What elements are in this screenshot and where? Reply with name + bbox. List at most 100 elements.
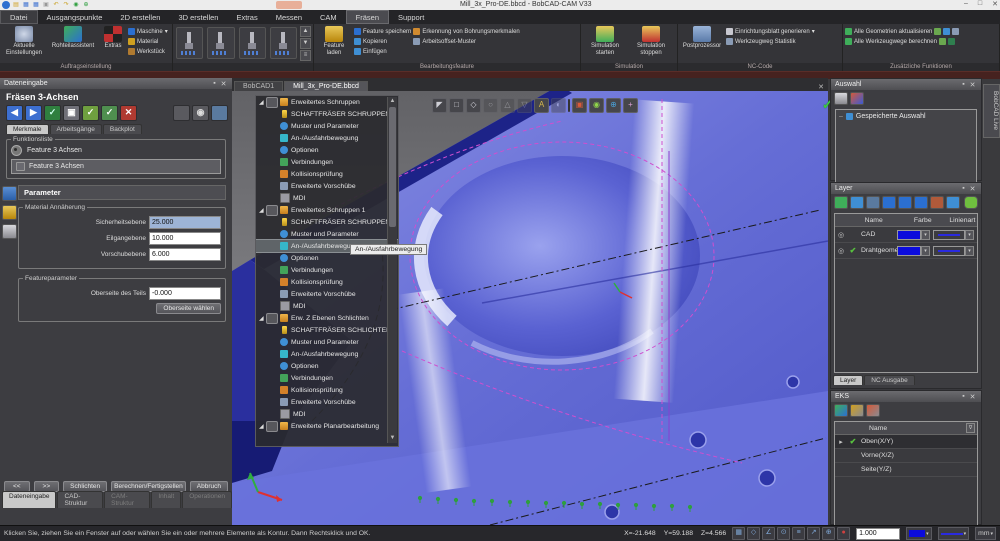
extra-icon-2[interactable] [943,28,950,35]
close-icon[interactable]: ✕ [968,185,977,193]
layer-row-cad[interactable]: ◎ CAD ▾ ▾ [835,227,977,243]
group-checkbox[interactable] [266,97,278,108]
tree-item[interactable]: SCHAFTFRÄSER SCHLICHTEN [256,324,398,336]
tree-item[interactable]: Optionen [256,144,398,156]
open-icon[interactable]: ▤ [12,1,20,9]
feature-gallery-item-1[interactable] [176,27,203,59]
notification-badge[interactable] [276,1,302,9]
web-icon[interactable]: ⊕ [82,1,90,9]
gallery-down-icon[interactable]: ▼ [300,38,311,49]
maximize-button[interactable]: □ [978,0,982,8]
forward-button[interactable]: ▶ [25,105,42,121]
expander-icon[interactable]: ◢ [259,315,266,322]
eks-row-oben[interactable]: ▸ ✔ Oben(X/Y) [835,435,977,449]
viewport[interactable]: BobCAD1 Mill_3x_Pro-DE.bbcd ✕ [232,78,828,525]
list-icon[interactable] [834,92,848,105]
eks-row-seite[interactable]: Seite(Y/Z) [835,463,977,477]
tab-datei[interactable]: Datei [0,10,38,24]
pin-icon[interactable]: ▪ [959,185,968,192]
tree-scrollbar[interactable]: ▲ ▼ [387,97,397,443]
werkzeugwege-berechnen-button[interactable]: Alle Werkzeugwege berechnen [845,37,959,46]
undo-icon[interactable]: ↶ [52,1,60,9]
wcs-icon[interactable]: + [623,98,638,113]
tree-item[interactable]: Verbindungen [256,372,398,384]
tree-item[interactable]: An-/Ausfahrbewegung [256,132,398,144]
select-poly-icon[interactable]: ○ [483,98,498,113]
eilgangebene-input[interactable] [149,232,221,245]
app-logo-icon[interactable] [2,1,10,9]
oberseite-waehlen-button[interactable]: Oberseite wählen [156,303,221,314]
select-chain-icon[interactable]: ◇ [466,98,481,113]
tree-group[interactable]: ◢ Erweitertes Schruppen [256,96,398,108]
color-dropdown[interactable]: ▾ [906,527,932,540]
geometrien-aktualisieren-button[interactable]: Alle Geometrien aktualisieren [845,27,959,36]
cursor-icon[interactable]: ◤ [432,98,447,113]
layer-up-icon[interactable] [882,196,896,209]
layer-pencil-icon[interactable] [964,196,978,209]
snap-center-icon[interactable]: ⊙ [777,527,790,540]
tree-item[interactable]: Muster und Parameter [256,120,398,132]
close-icon[interactable]: ✕ [968,81,977,89]
tree-item[interactable]: An-/Ausfahrbewegung [256,348,398,360]
tree-item[interactable]: Erweiterte Vorschübe [256,396,398,408]
tree-item[interactable]: MDI [256,300,398,312]
tool-page-icon[interactable] [2,205,17,220]
tab-cam-struktur[interactable]: CAM-Struktur [104,491,150,508]
tree-item[interactable]: Verbindungen [256,156,398,168]
scroll-up-icon[interactable]: ▲ [388,97,397,106]
tab-arbeitsgaenge[interactable]: Arbeitsgänge [50,124,102,134]
visibility-eye-icon[interactable]: ◉ [589,98,604,113]
simulation-stoppen-button[interactable]: Simulation stoppen [629,25,673,62]
expander-icon[interactable]: ◢ [259,423,266,430]
print-icon[interactable]: ▣ [42,1,50,9]
visibility-icon[interactable]: ◉ [192,105,209,121]
doc-tab-mill3x[interactable]: Mill_3x_Pro-DE.bbcd [284,81,368,91]
linetype-swatch[interactable] [933,246,965,256]
vorschubebene-input[interactable] [149,248,221,261]
rohteilassistent-button[interactable]: Rohteilassistent [48,25,98,62]
post-button[interactable]: ✓ [101,105,118,121]
expander-icon[interactable]: ◢ [259,99,266,106]
tab-ausgangspunkte[interactable]: Ausgangspunkte [38,10,112,24]
gallery-up-icon[interactable]: ▲ [300,26,311,37]
orientation-icon[interactable]: ⊕ [606,98,621,113]
saved-selection-icon[interactable] [850,92,864,105]
feature-laden-button[interactable]: Feature laden [316,25,352,62]
tab-merkmale[interactable]: Merkmale [6,124,49,134]
track-icon[interactable]: ⊕ [822,527,835,540]
tab-nc-ausgabe[interactable]: NC Ausgabe [864,375,915,385]
backplot-button[interactable]: ▣ [63,105,80,121]
ortho-icon[interactable]: ≡ [792,527,805,540]
layer-edit-icon[interactable] [866,196,880,209]
close-button[interactable]: ✕ [992,0,998,8]
einfuegen-button[interactable]: Einfügen [354,47,411,56]
tree-group[interactable]: ◢ Erweiterte Planarbearbeitung [256,420,398,432]
group-checkbox[interactable] [266,205,278,216]
ok-button[interactable]: ✓ [82,105,99,121]
feature-gallery-item-2[interactable] [207,27,234,59]
tab-cad-struktur[interactable]: CAD-Struktur [57,491,103,508]
group-checkbox[interactable] [266,421,278,432]
extra-icon-3[interactable] [952,28,959,35]
load-icon[interactable] [211,105,228,121]
layer-row-drahtgeometrie[interactable]: ◎ ✔ Drahtgeome ▾ ▾ [835,243,977,259]
tab-fraesen[interactable]: Fräsen [346,10,389,24]
extra-icon-5[interactable] [948,38,955,45]
layer-new-icon[interactable] [834,196,848,209]
help-icon[interactable]: ◉ [72,1,80,9]
unit-dropdown[interactable]: mm▾ [975,527,996,540]
tree-item[interactable]: Kollisionsprüfung [256,276,398,288]
doc-close-icon[interactable]: ✕ [818,83,824,91]
scroll-thumb[interactable] [389,107,396,227]
shading-cube-icon[interactable]: ▣ [572,98,587,113]
tab-cam[interactable]: CAM [311,10,346,24]
back-button[interactable]: ◀ [6,105,23,121]
tree-item[interactable]: MDI [256,408,398,420]
pin-icon[interactable]: ▪ [959,81,968,88]
tree-item[interactable]: Verbindungen [256,264,398,276]
tree-item[interactable]: Erweiterte Vorschübe [256,288,398,300]
close-icon[interactable]: ✕ [968,393,977,401]
alert-icon[interactable]: ● [837,527,850,540]
eks-delete-icon[interactable] [866,404,880,417]
eks-new-icon[interactable] [834,404,848,417]
